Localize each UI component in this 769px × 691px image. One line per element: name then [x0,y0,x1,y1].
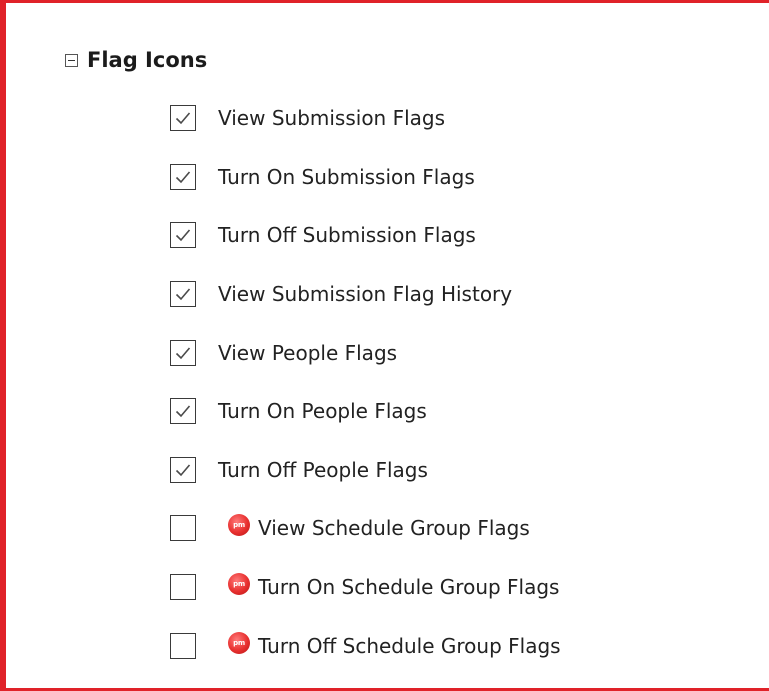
checkbox-unchecked[interactable] [170,574,196,601]
permission-item-turn-off-schedule-group-flags: pm Turn Off Schedule Group Flags [170,616,561,675]
permission-label: Turn On People Flags [218,399,427,424]
badge-text: pm [233,521,245,530]
checkbox-checked[interactable] [170,163,196,190]
permission-item-turn-on-schedule-group-flags: pm Turn On Schedule Group Flags [170,558,561,617]
section-title: Flag Icons [87,48,208,72]
checkbox-checked[interactable] [170,222,196,249]
check-icon [175,229,191,242]
permission-item-view-submission-flag-history: View Submission Flag History [170,265,561,324]
permission-item-turn-on-submission-flags: Turn On Submission Flags [170,148,561,207]
section-header: Flag Icons [65,47,207,73]
permission-label: View People Flags [218,340,398,365]
permission-label: View Submission Flag History [218,282,513,307]
check-icon [175,347,191,359]
minus-box-icon[interactable] [65,53,78,67]
checkbox-checked[interactable] [170,456,196,483]
checkbox-checked[interactable] [170,339,196,366]
red-circle-badge-icon: pm [228,573,250,596]
red-circle-badge-icon: pm [228,631,250,654]
badge-text: pm [233,580,245,589]
permission-item-view-submission-flags: View Submission Flags [170,89,561,148]
permission-list: View Submission Flags Turn On Submission… [170,89,561,675]
checkbox-unchecked[interactable] [170,515,196,542]
permission-label: Turn Off Submission Flags [218,223,476,248]
check-icon [175,464,191,477]
badge-text: pm [233,638,245,647]
permission-label: View Submission Flags [218,106,446,131]
permission-label: View Schedule Group Flags [258,516,530,541]
permission-item-turn-on-people-flags: Turn On People Flags [170,382,561,441]
permission-label: Turn Off Schedule Group Flags [258,633,561,658]
checkbox-checked[interactable] [170,398,196,425]
checkbox-checked[interactable] [170,105,196,132]
permission-label: Turn Off People Flags [218,457,428,482]
permission-item-view-schedule-group-flags: pm View Schedule Group Flags [170,499,561,558]
check-icon [175,288,191,301]
check-icon [175,171,191,184]
permissions-panel: Flag Icons View Submission Flags Turn On… [0,0,769,691]
permission-item-view-people-flags: View People Flags [170,323,561,382]
checkbox-unchecked[interactable] [170,632,196,659]
checkbox-checked[interactable] [170,281,196,308]
red-circle-badge-icon: pm [228,514,250,537]
check-icon [175,405,191,418]
check-icon [175,112,191,125]
permission-item-turn-off-people-flags: Turn Off People Flags [170,441,561,500]
permission-item-turn-off-submission-flags: Turn Off Submission Flags [170,206,561,265]
permission-label: Turn On Schedule Group Flags [258,575,560,600]
permission-label: Turn On Submission Flags [218,164,475,189]
